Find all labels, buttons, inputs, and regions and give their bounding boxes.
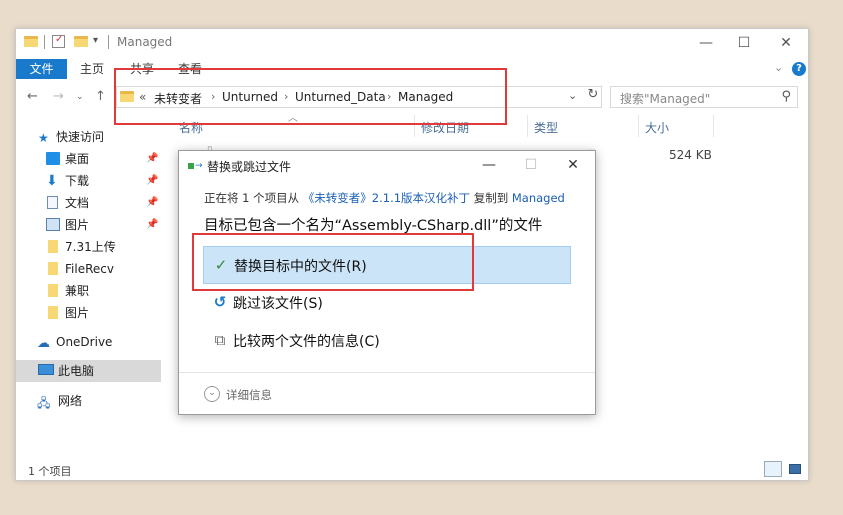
tab-file[interactable]: 文件: [16, 59, 67, 79]
search-icon: ⚲: [781, 89, 791, 104]
network-icon: 🖧: [37, 396, 51, 410]
folder-icon: [48, 284, 58, 297]
sidebar-this-pc[interactable]: 此电脑: [16, 360, 161, 382]
download-icon: ⬇: [46, 173, 58, 189]
close-button[interactable]: ✕: [766, 32, 806, 54]
new-folder-icon[interactable]: [74, 36, 88, 47]
details-toggle[interactable]: 详细信息: [226, 387, 272, 403]
pictures-icon: [46, 218, 60, 231]
folder-icon: [24, 36, 38, 47]
status-item-count: 1 个项目: [28, 465, 72, 478]
search-input[interactable]: 搜索"Managed" ⚲: [610, 86, 798, 108]
help-icon[interactable]: ?: [792, 62, 806, 76]
ribbon-expand-icon[interactable]: ⌄: [774, 61, 783, 74]
sidebar-quick-access[interactable]: ★ 快速访问: [16, 126, 161, 148]
forward-arrow-icon[interactable]: →: [53, 89, 64, 104]
computer-icon: [38, 364, 54, 375]
sidebar-item-desktop[interactable]: 桌面 📌: [16, 148, 161, 170]
large-icons-view-icon[interactable]: [786, 461, 804, 477]
pin-icon[interactable]: 📌: [146, 214, 158, 236]
annotation-replace-highlight: [192, 233, 474, 291]
sidebar-item-documents[interactable]: 文档 📌: [16, 192, 161, 214]
dialog-close-button[interactable]: ✕: [555, 153, 591, 177]
star-icon: ★: [38, 131, 49, 145]
conflict-message: 目标已包含一个名为“Assembly-CSharp.dll”的文件: [204, 218, 543, 234]
column-size[interactable]: 大小: [645, 119, 669, 136]
quick-access-dropdown-icon[interactable]: ▾: [93, 35, 98, 51]
dialog-maximize-button[interactable]: ☐: [513, 153, 549, 177]
desktop-icon: [46, 152, 60, 165]
column-type[interactable]: 类型: [534, 119, 558, 136]
folder-icon: [48, 306, 58, 319]
refresh-icon[interactable]: ↻: [584, 87, 602, 107]
pin-icon[interactable]: 📌: [146, 170, 158, 192]
sidebar-onedrive[interactable]: ☁ OneDrive: [16, 331, 161, 353]
pin-icon[interactable]: 📌: [146, 148, 158, 170]
sidebar-item-folder[interactable]: 兼职: [16, 280, 161, 302]
skip-arrow-icon: ↺: [213, 293, 227, 311]
file-size: 524 KB: [669, 148, 712, 162]
details-view-icon[interactable]: [764, 461, 782, 477]
sidebar-item-downloads[interactable]: ⬇ 下载 📌: [16, 170, 161, 192]
compare-icon: ⧉: [214, 331, 226, 349]
copy-progress-text: 正在将 1 个项目从 《未转变者》2.1.1版本汉化补丁 复制到 Managed: [204, 191, 565, 205]
sidebar-item-folder[interactable]: FileRecv: [16, 258, 161, 280]
sidebar-item-pictures[interactable]: 图片 📌: [16, 214, 161, 236]
folder-icon: [48, 240, 58, 253]
maximize-button[interactable]: ☐: [724, 32, 764, 54]
up-arrow-icon[interactable]: ↑: [95, 89, 106, 104]
source-link[interactable]: 《未转变者》2.1.1版本汉化补丁: [303, 191, 470, 205]
sidebar-item-folder[interactable]: 图片: [16, 302, 161, 324]
window-title: Managed: [117, 35, 173, 49]
address-dropdown-icon[interactable]: ⌄: [568, 89, 577, 102]
destination-link[interactable]: Managed: [512, 191, 565, 205]
title-bar: ✓ ▾ Managed — ☐ ✕: [16, 29, 808, 57]
back-arrow-icon[interactable]: ←: [27, 89, 38, 104]
dialog-minimize-button[interactable]: —: [471, 153, 507, 177]
compare-files-option[interactable]: ⧉ 比较两个文件的信息(C): [203, 322, 571, 360]
navigation-pane: ★ 快速访问 桌面 📌 ⬇ 下载 📌 文档 📌 图片 📌 7.31上传 File…: [16, 124, 164, 464]
tab-home[interactable]: 主页: [80, 59, 104, 79]
copy-icon: →: [188, 161, 203, 171]
dialog-title: 替换或跳过文件: [207, 160, 292, 174]
chevron-down-icon[interactable]: ⌄: [204, 386, 220, 402]
annotation-address-highlight: [114, 68, 507, 125]
sidebar-network[interactable]: 🖧 网络: [16, 390, 161, 412]
search-placeholder: 搜索"Managed": [620, 92, 711, 106]
minimize-button[interactable]: —: [686, 32, 726, 54]
properties-icon[interactable]: ✓: [52, 34, 65, 48]
document-icon: [47, 196, 58, 209]
cloud-icon: ☁: [37, 336, 50, 351]
pin-icon[interactable]: 📌: [146, 192, 158, 214]
recent-dropdown-icon[interactable]: ⌄: [76, 92, 84, 102]
sidebar-item-folder[interactable]: 7.31上传: [16, 236, 161, 258]
folder-icon: [48, 262, 58, 275]
